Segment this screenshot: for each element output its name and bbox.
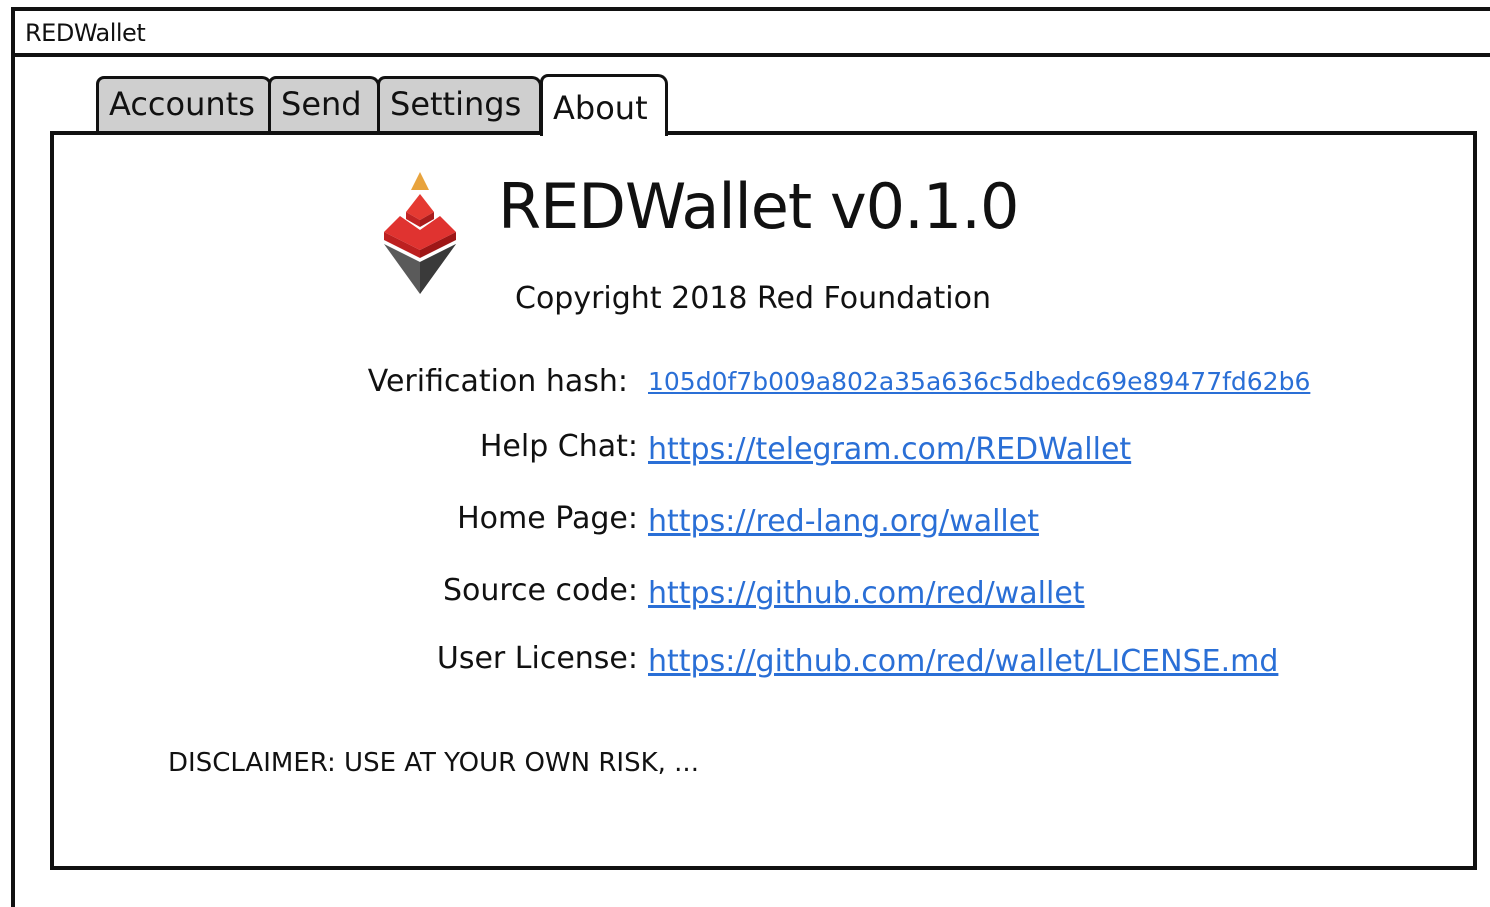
tab-accounts-label: Accounts [109, 85, 255, 123]
source-code-label: Source code: [442, 573, 638, 608]
home-page-label: Home Page: [457, 501, 638, 536]
window-title: REDWallet [25, 19, 146, 47]
verification-hash-link[interactable]: 105d0f7b009a802a35a636c5dbedc69e89477fd6… [648, 367, 1310, 396]
tab-settings-label: Settings [390, 85, 522, 123]
tab-about[interactable]: About [540, 74, 668, 136]
user-license-link[interactable]: https://github.com/red/wallet/LICENSE.md [648, 644, 1278, 679]
help-chat-link[interactable]: https://telegram.com/REDWallet [648, 432, 1131, 467]
tab-settings[interactable]: Settings [377, 76, 542, 132]
red-pyramid-logo-icon [384, 172, 456, 294]
title-bar: REDWallet [15, 11, 1490, 57]
disclaimer-text: DISCLAIMER: USE AT YOUR OWN RISK, ... [168, 748, 699, 778]
user-license-label: User License: [436, 641, 638, 676]
tab-send[interactable]: Send [268, 76, 380, 132]
tab-about-label: About [553, 89, 648, 127]
verification-hash-label: Verification hash: [367, 364, 628, 399]
app-title: REDWallet v0.1.0 [498, 170, 1019, 243]
help-chat-label: Help Chat: [479, 429, 638, 464]
source-code-link[interactable]: https://github.com/red/wallet [648, 576, 1085, 611]
copyright-text: Copyright 2018 Red Foundation [515, 281, 992, 316]
home-page-link[interactable]: https://red-lang.org/wallet [648, 504, 1039, 539]
tab-accounts[interactable]: Accounts [96, 76, 272, 132]
tab-send-label: Send [281, 85, 362, 123]
